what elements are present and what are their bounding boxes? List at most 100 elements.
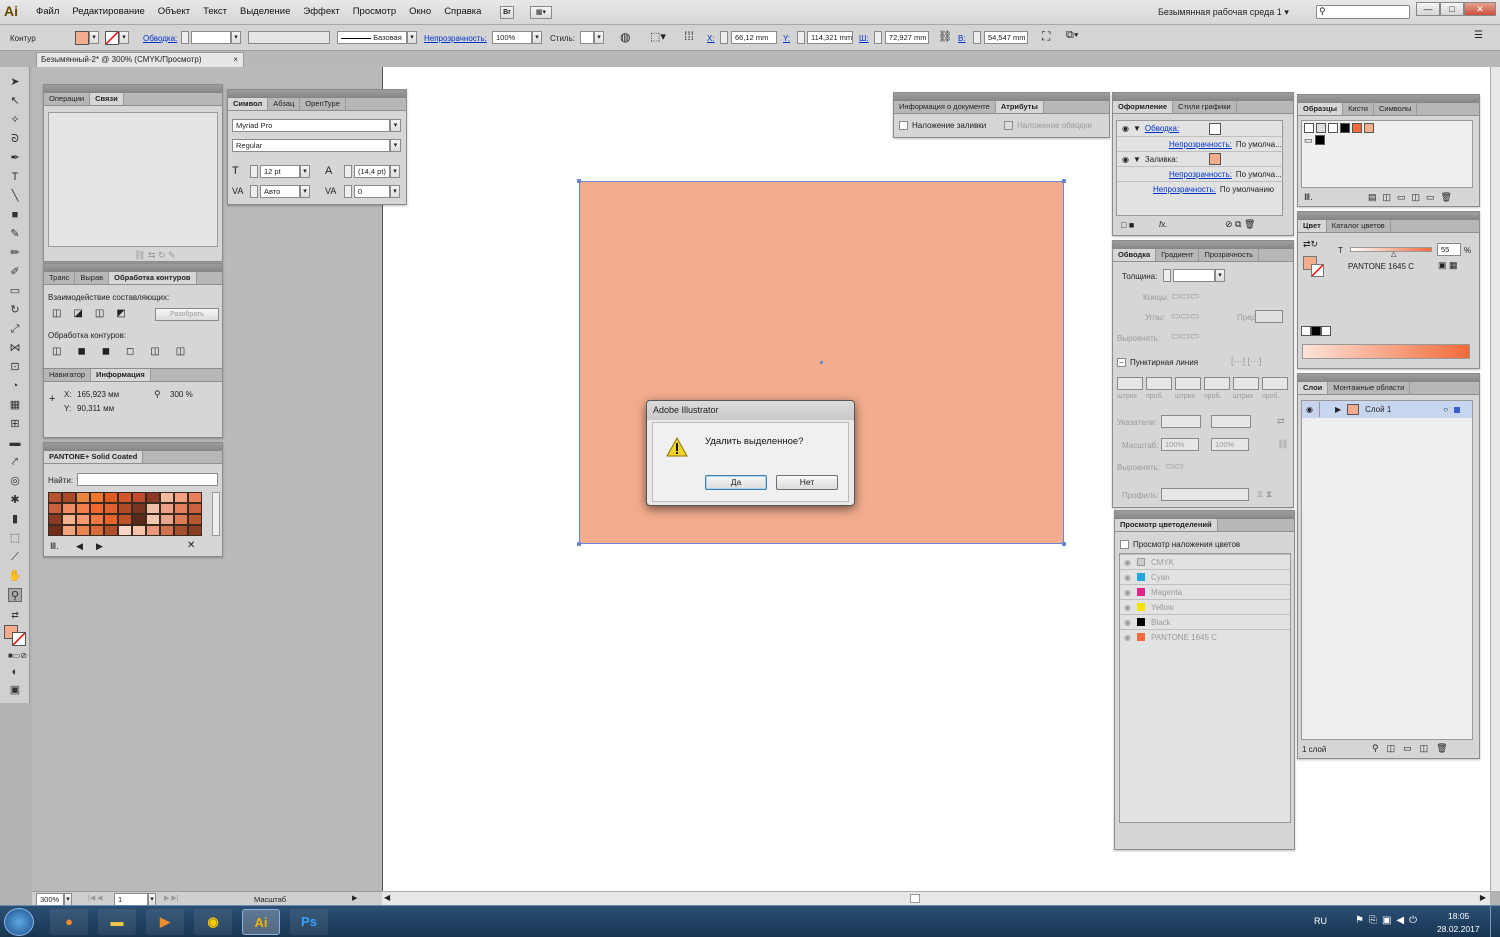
recolor-artwork-icon[interactable]: ◍: [620, 30, 630, 44]
pantone-swatch[interactable]: [1352, 123, 1362, 133]
add-effect-button[interactable]: fx.: [1159, 220, 1167, 229]
menu-select[interactable]: Выделение: [240, 6, 290, 17]
plate-row[interactable]: ◉ CMYK: [1120, 554, 1290, 569]
stroke-link[interactable]: Обводка:: [143, 34, 177, 43]
visibility-eye-icon[interactable]: ◉: [1124, 558, 1131, 567]
selection-handle[interactable]: [577, 542, 581, 546]
constrain-proportions-icon[interactable]: ⛓: [938, 30, 952, 43]
panel-grip[interactable]: [1113, 93, 1293, 101]
line-tool-icon[interactable]: ╲: [8, 189, 22, 203]
document-tab[interactable]: Безымянный-2* @ 300% (CMYK/Просмотр) ×: [36, 52, 244, 67]
end-arrowhead-select[interactable]: [1211, 415, 1251, 428]
horizontal-scrollbar[interactable]: ◀ ▶: [382, 891, 1490, 905]
gap-input[interactable]: [1262, 377, 1288, 390]
panel-grip[interactable]: [1298, 212, 1479, 220]
tab-transform[interactable]: Транс: [44, 272, 76, 284]
menu-edit[interactable]: Редактирование: [72, 6, 144, 17]
fill-dropdown[interactable]: ▾: [89, 31, 99, 44]
free-transform-tool-icon[interactable]: ⊡: [8, 360, 22, 374]
dash-alignment-buttons[interactable]: [⋯] [⋯]: [1231, 356, 1262, 367]
stroke-weight-dropdown[interactable]: ▾: [231, 31, 241, 44]
panel-grip[interactable]: [1298, 374, 1479, 382]
rotate-tool-icon[interactable]: ↻: [8, 303, 22, 317]
tab-swatches[interactable]: Образцы: [1298, 103, 1344, 115]
color-mode-icons[interactable]: ■▭⊘: [8, 649, 27, 663]
selection-tool-icon[interactable]: ➤: [8, 75, 22, 89]
menu-window[interactable]: Окно: [409, 6, 431, 17]
opacity-input[interactable]: 100%: [492, 31, 532, 44]
tab-document-info[interactable]: Информация о документе: [894, 101, 996, 113]
appearance-stroke-swatch[interactable]: [1209, 122, 1222, 135]
tab-brushes[interactable]: Кисти: [1343, 103, 1374, 115]
clock-time[interactable]: 18:05: [1448, 911, 1469, 921]
menu-file[interactable]: Файл: [36, 6, 59, 17]
font-style-dropdown[interactable]: ▾: [390, 139, 401, 152]
lasso-tool-icon[interactable]: ᘐ: [8, 132, 22, 146]
plate-row[interactable]: ◉ Yellow: [1120, 599, 1290, 614]
add-stroke-icon[interactable]: □ ■: [1121, 220, 1134, 230]
layer-action-icons[interactable]: ⚲◫▭◫🗑: [1372, 743, 1456, 754]
menu-help[interactable]: Справка: [444, 6, 481, 17]
selection-indicator[interactable]: [1454, 406, 1461, 413]
weight-dropdown[interactable]: ▾: [1215, 269, 1225, 282]
y-input[interactable]: 114,321 mm: [807, 31, 853, 44]
stroke-color-box[interactable]: [12, 632, 26, 646]
reference-point-icon[interactable]: ⁞⁞⁞: [684, 29, 694, 43]
next-library-icon[interactable]: ▶: [96, 541, 103, 552]
tab-symbols[interactable]: Символы: [1374, 103, 1418, 115]
profile-select[interactable]: [1161, 488, 1249, 501]
opacity-link[interactable]: Непрозрачность:: [424, 34, 487, 43]
overprint-fill-checkbox[interactable]: [899, 121, 908, 130]
panel-grip[interactable]: [44, 443, 222, 451]
appearance-stroke-label[interactable]: Обводка:: [1145, 124, 1179, 133]
shape-mode-buttons[interactable]: ◫◪◫◩: [52, 308, 138, 319]
layer-row[interactable]: ◉ ▶ Слой 1 ○: [1302, 401, 1472, 418]
selection-handle[interactable]: [1062, 542, 1066, 546]
appearance-opacity-row[interactable]: Непрозрачность: По умолча...: [1117, 166, 1282, 181]
panel-grip[interactable]: [228, 90, 406, 98]
kerning-dropdown[interactable]: ▾: [300, 185, 310, 198]
pantone-swatch-grid[interactable]: [48, 492, 202, 536]
pathfinder-buttons[interactable]: ◫◼◼◻◫◫: [52, 346, 201, 357]
tab-gradient[interactable]: Градиент: [1156, 249, 1200, 261]
no-button[interactable]: Нет: [776, 475, 838, 490]
explorer-icon[interactable]: ▬: [98, 909, 136, 935]
tab-links[interactable]: Связи: [90, 93, 124, 105]
appearance-fill-swatch[interactable]: [1208, 153, 1221, 165]
panel-grip[interactable]: [1115, 511, 1294, 519]
graphic-style-dropdown[interactable]: ▾: [594, 31, 604, 44]
swap-fill-stroke-icon[interactable]: ⇄↻: [1303, 239, 1318, 250]
column-graph-tool-icon[interactable]: ▮: [8, 512, 22, 526]
y-stepper[interactable]: [797, 31, 805, 44]
stroke-weight-stepper[interactable]: [181, 31, 189, 44]
tab-opentype[interactable]: OpenType: [300, 98, 346, 110]
arrange-documents-button[interactable]: ▦▾: [530, 6, 552, 19]
language-indicator[interactable]: RU: [1314, 916, 1327, 926]
panel-grip[interactable]: [894, 93, 1109, 101]
fill-swatch[interactable]: [75, 31, 89, 45]
gradient-tool-icon[interactable]: ▬: [8, 436, 22, 450]
tab-attributes[interactable]: Атрибуты: [995, 101, 1044, 113]
type-tool-icon[interactable]: T: [8, 170, 22, 184]
expand-layer-icon[interactable]: ▶: [1335, 405, 1341, 414]
screen-mode-icon[interactable]: ▣: [8, 683, 22, 697]
visibility-eye-icon[interactable]: ◉: [1124, 618, 1131, 627]
direct-selection-tool-icon[interactable]: ↖: [8, 94, 22, 108]
x-stepper[interactable]: [720, 31, 728, 44]
width-tool-icon[interactable]: ⋈: [8, 341, 22, 355]
previous-library-icon[interactable]: ◀: [76, 541, 83, 552]
plate-row[interactable]: ◉ Magenta: [1120, 584, 1290, 599]
limit-input[interactable]: [1255, 310, 1283, 323]
close-tab-icon[interactable]: ×: [233, 53, 238, 66]
dashed-line-checkbox[interactable]: –: [1117, 358, 1126, 367]
magic-wand-tool-icon[interactable]: ✧: [8, 113, 22, 127]
pen-tool-icon[interactable]: ✒: [8, 151, 22, 165]
graphic-style-swatch[interactable]: [580, 31, 594, 44]
panel-grip[interactable]: [1113, 241, 1293, 249]
font-family-dropdown[interactable]: ▾: [390, 119, 401, 132]
shape-builder-tool-icon[interactable]: ◔: [8, 379, 22, 393]
clock-date[interactable]: 28.02.2017: [1437, 924, 1480, 934]
tab-actions[interactable]: Операции: [44, 93, 91, 105]
media-player-icon[interactable]: ▶: [146, 909, 184, 935]
mesh-tool-icon[interactable]: ⊞: [8, 417, 22, 431]
